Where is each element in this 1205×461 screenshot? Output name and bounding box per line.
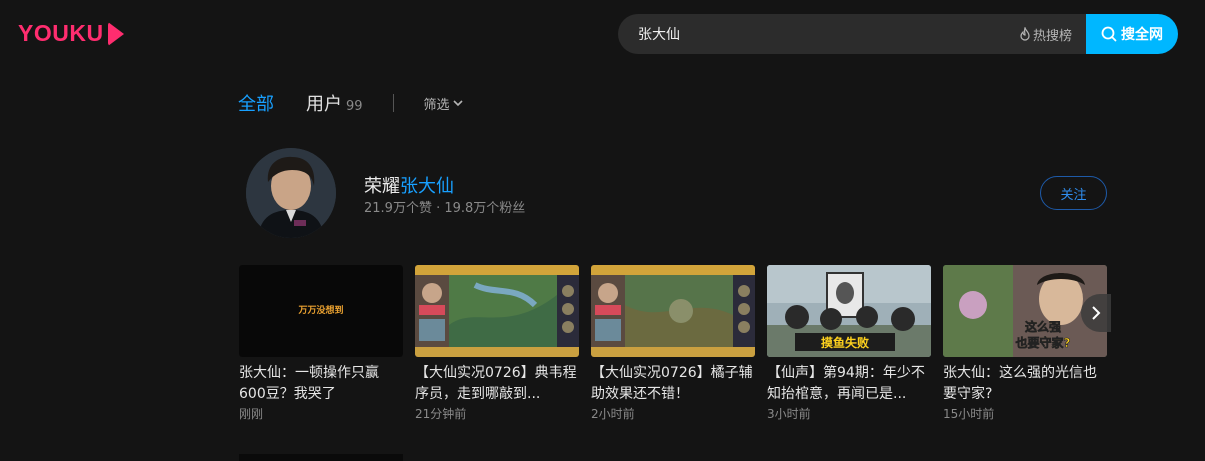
search-box: 热搜榜 (618, 14, 1086, 54)
result-tabs: 全部 用户 99 筛选 (238, 90, 463, 116)
avatar[interactable] (246, 148, 336, 238)
tab-all[interactable]: 全部 (238, 90, 274, 116)
tab-user-count: 99 (346, 99, 363, 114)
thumbnail-text-line1: 这么强 (1025, 319, 1061, 334)
thumbnail-text: 摸鱼失败 (821, 335, 869, 350)
video-title[interactable]: 张大仙：这么强的光信也要守家? (943, 363, 1107, 405)
video-item[interactable]: 【大仙实况0726】橘子辅助效果还不错！ 2小时前 (591, 265, 755, 422)
video-item[interactable]: 这么强 也要守家? 张大仙：这么强的光信也要守家? 15小时前 (943, 265, 1107, 422)
tab-divider (392, 94, 394, 112)
video-thumbnail[interactable] (591, 265, 755, 357)
filter-label: 筛选 (423, 97, 450, 113)
video-thumbnail[interactable] (415, 265, 579, 357)
video-title[interactable]: 【仙声】第94期：年少不知抬棺意，再闻已是... (767, 363, 931, 405)
video-title[interactable]: 【大仙实况0726】橘子辅助效果还不错！ (591, 363, 755, 405)
search-bar: 热搜榜 搜全网 (618, 14, 1178, 54)
thumbnail-text: 万万没想到 (297, 304, 343, 316)
video-time: 21分钟前 (415, 407, 467, 421)
tab-user-label: 用户 (306, 94, 342, 115)
logo-text: YOUKU (18, 20, 104, 46)
search-all-button[interactable]: 搜全网 (1086, 14, 1178, 54)
video-item[interactable]: 万万没想到 张大仙：一顿操作只赢600豆？我哭了 刚刚 (239, 265, 403, 422)
next-row-thumbnail[interactable] (239, 454, 403, 461)
hot-search-label: 热搜榜 (1032, 28, 1072, 44)
filter-dropdown[interactable]: 筛选 (424, 94, 463, 113)
user-name[interactable]: 荣耀张大仙 (364, 172, 454, 198)
video-item[interactable]: 摸鱼失败 【仙声】第94期：年少不知抬棺意，再闻已是... 3小时前 (767, 265, 931, 422)
video-item[interactable]: 【大仙实况0726】典韦程序员，走到哪敲到... 21分钟前 (415, 265, 579, 422)
video-title[interactable]: 张大仙：一顿操作只赢600豆？我哭了 (239, 363, 403, 405)
thumbnail-text-line2: 也要守家? (1016, 335, 1071, 350)
youku-logo[interactable]: YOUKU (18, 20, 124, 47)
follow-button[interactable]: 关注 (1040, 176, 1107, 210)
video-title[interactable]: 【大仙实况0726】典韦程序员，走到哪敲到... (415, 363, 579, 405)
search-all-label: 搜全网 (1121, 27, 1163, 43)
avatar-image (246, 148, 336, 238)
user-name-highlight: 张大仙 (400, 176, 454, 197)
video-time: 15小时前 (943, 407, 995, 421)
video-thumbnail[interactable]: 摸鱼失败 (767, 265, 931, 357)
video-list: 万万没想到 张大仙：一顿操作只赢600豆？我哭了 刚刚 【大仙实况0726】典韦… (239, 265, 1119, 422)
next-arrow-button[interactable] (1081, 294, 1111, 332)
user-stats: 21.9万个赞 · 19.8万个粉丝 (364, 201, 526, 216)
user-name-prefix: 荣耀 (364, 176, 400, 197)
video-time: 2小时前 (591, 407, 635, 421)
chevron-right-icon (1092, 306, 1101, 320)
tab-user[interactable]: 用户 99 (306, 90, 363, 116)
video-thumbnail[interactable]: 万万没想到 (239, 265, 403, 357)
play-icon (107, 21, 124, 46)
flame-icon (1020, 27, 1030, 41)
video-time: 刚刚 (239, 407, 264, 421)
video-time: 3小时前 (767, 407, 811, 421)
chevron-down-icon (452, 100, 463, 107)
search-icon (1101, 26, 1117, 42)
hot-search-link[interactable]: 热搜榜 (1019, 25, 1072, 44)
search-input[interactable] (638, 26, 1019, 42)
